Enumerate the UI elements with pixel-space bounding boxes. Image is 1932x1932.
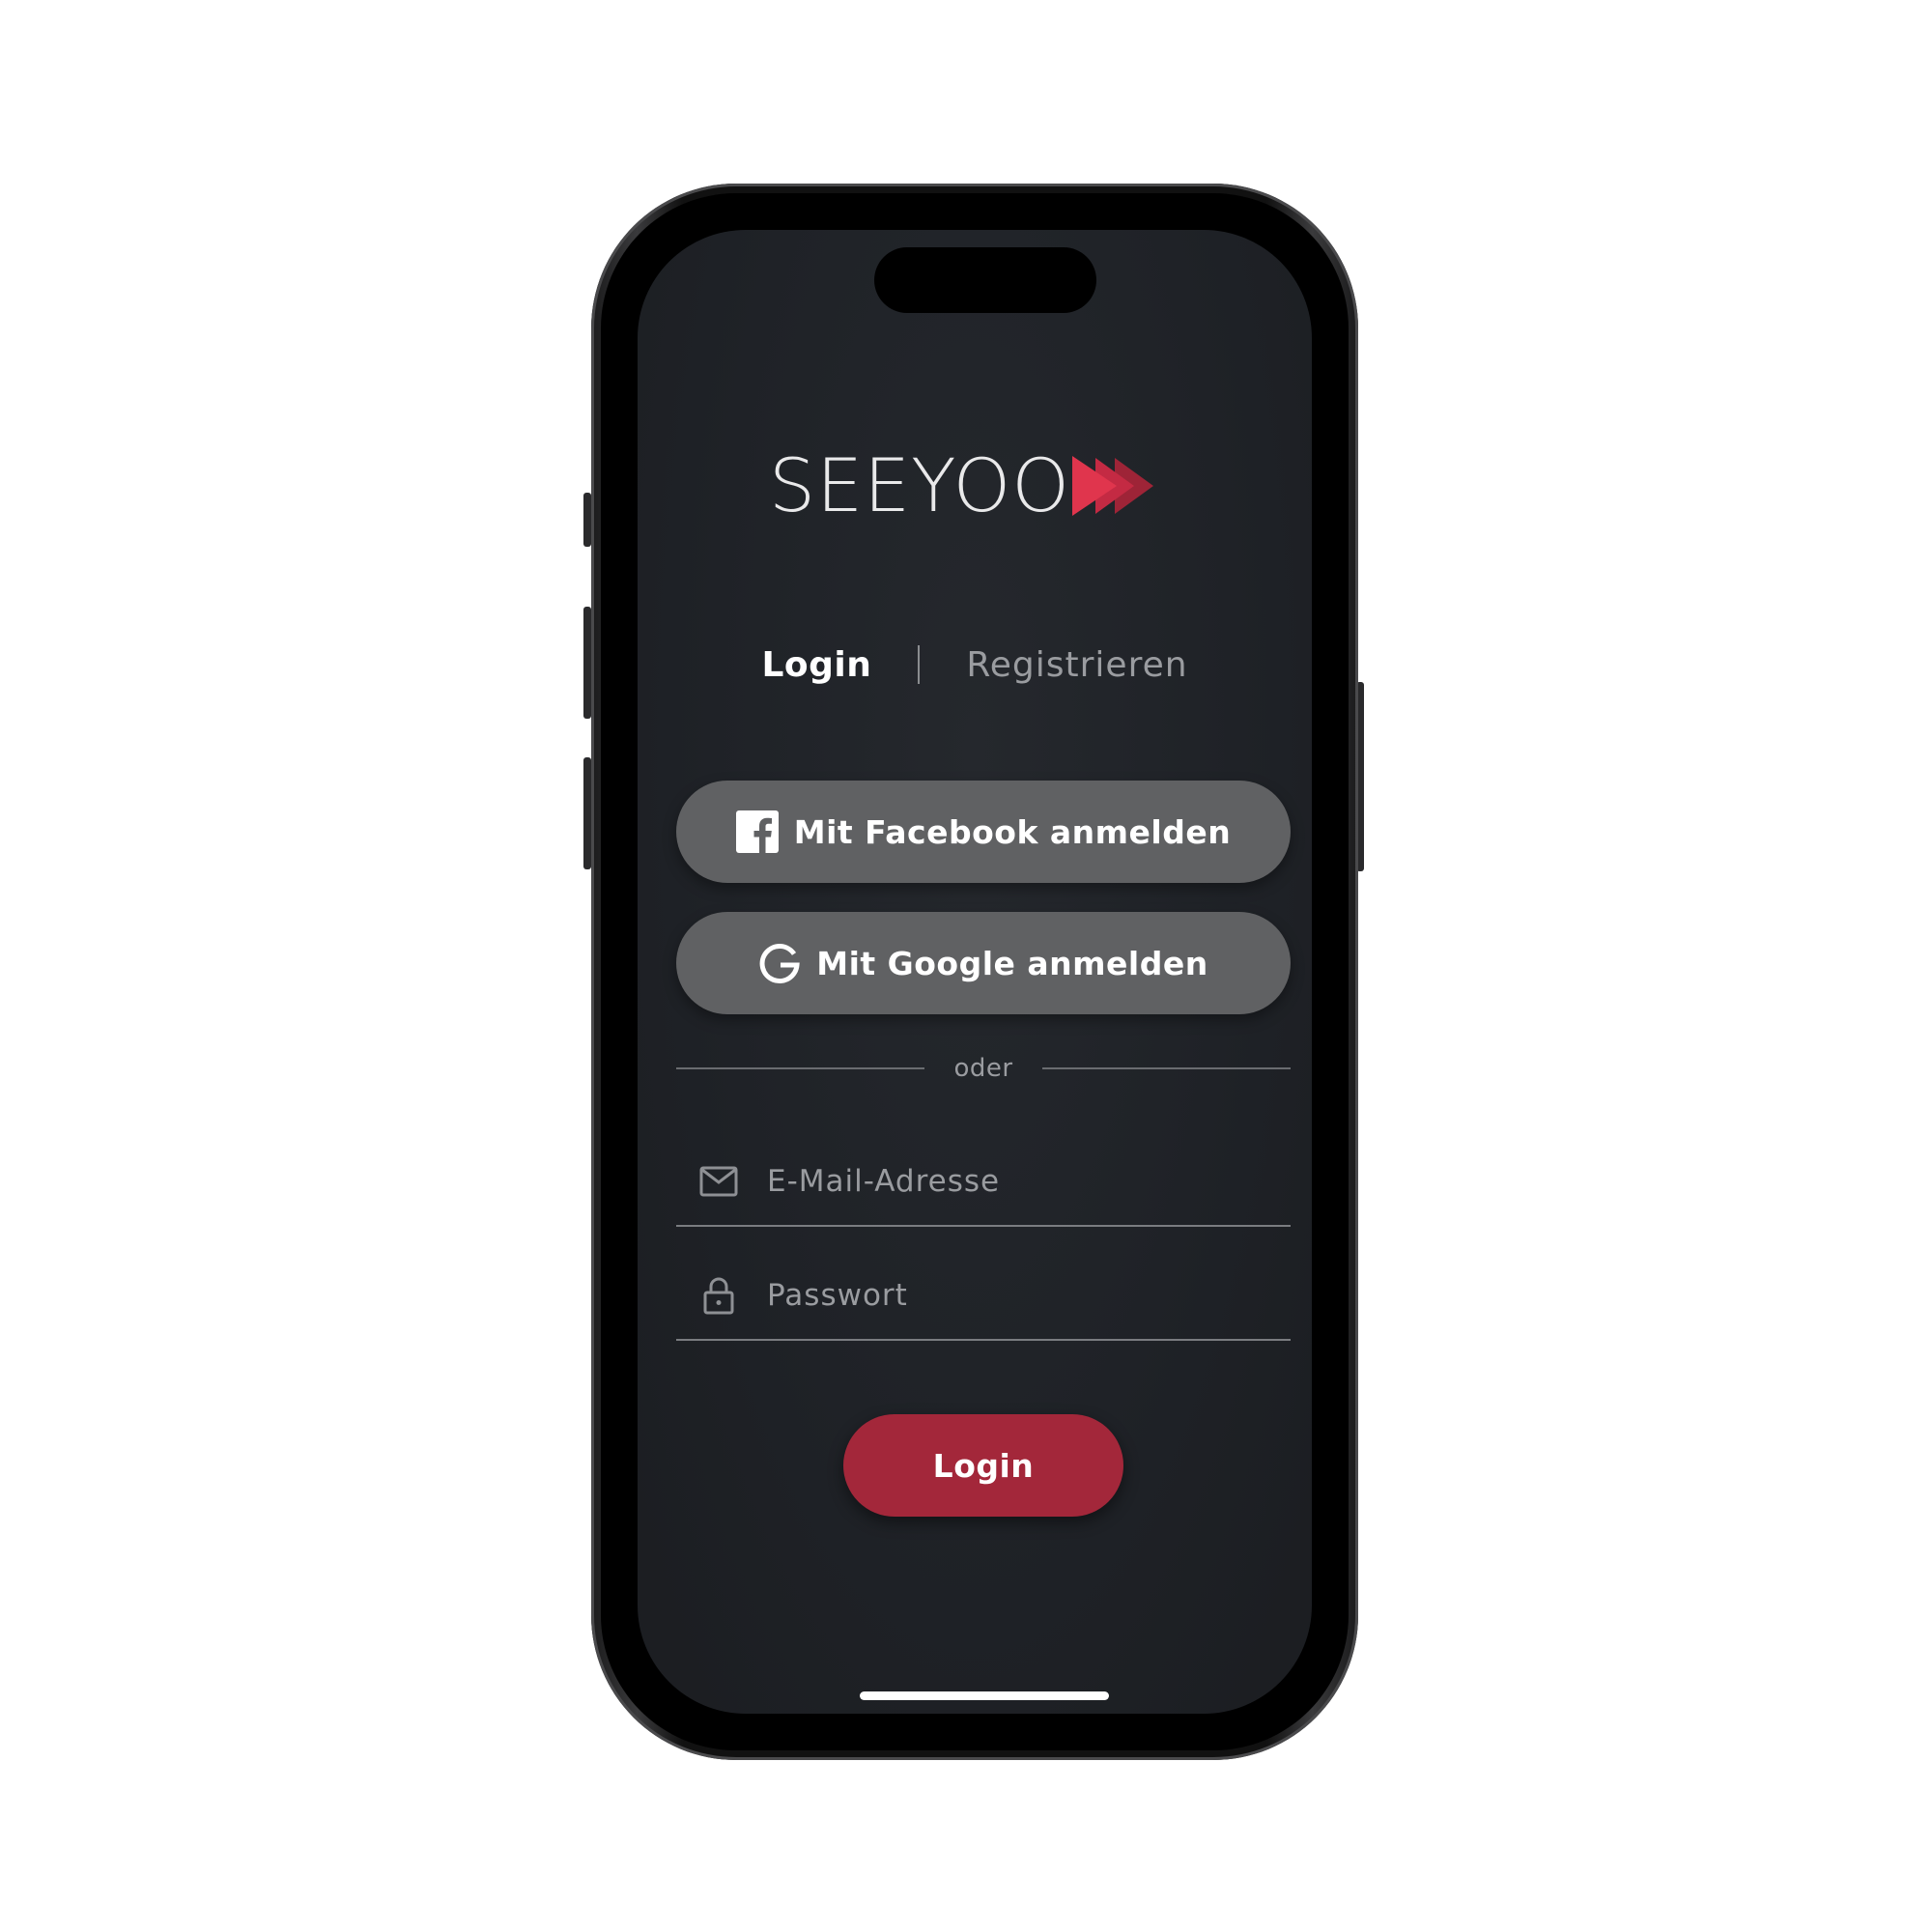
tab-registrieren[interactable]: Registrieren bbox=[966, 645, 1187, 685]
phone-frame: SEEYOO Login Registrieren Mit Facebook a… bbox=[591, 184, 1358, 1760]
tab-login[interactable]: Login bbox=[761, 645, 871, 685]
volume-down-button bbox=[583, 757, 591, 869]
app-screen: SEEYOO Login Registrieren Mit Facebook a… bbox=[638, 230, 1312, 1714]
email-field-row bbox=[676, 1138, 1291, 1227]
facebook-login-button[interactable]: Mit Facebook anmelden bbox=[676, 781, 1291, 883]
login-submit-button[interactable]: Login bbox=[843, 1414, 1123, 1517]
login-submit-label: Login bbox=[932, 1446, 1035, 1485]
facebook-login-label: Mit Facebook anmelden bbox=[793, 812, 1232, 851]
dynamic-island bbox=[874, 247, 1096, 313]
logo-text: SEEYOO bbox=[768, 442, 1071, 528]
divider-line-left bbox=[676, 1067, 925, 1069]
logo-play-arrows-icon bbox=[1072, 456, 1154, 516]
lock-icon bbox=[699, 1276, 738, 1315]
google-login-button[interactable]: Mit Google anmelden bbox=[676, 912, 1291, 1014]
home-indicator[interactable] bbox=[860, 1691, 1109, 1700]
divider-line-right bbox=[1041, 1067, 1292, 1069]
facebook-icon bbox=[735, 810, 779, 853]
app-logo: SEEYOO bbox=[638, 442, 1312, 529]
google-login-label: Mit Google anmelden bbox=[816, 944, 1208, 982]
tab-divider bbox=[918, 645, 921, 684]
stage: SEEYOO Login Registrieren Mit Facebook a… bbox=[0, 0, 1932, 1932]
password-input[interactable] bbox=[767, 1266, 1291, 1324]
or-text: oder bbox=[953, 1054, 1013, 1083]
auth-tabs: Login Registrieren bbox=[638, 636, 1312, 694]
action-button bbox=[583, 493, 591, 547]
or-divider: oder bbox=[676, 1049, 1292, 1088]
email-input[interactable] bbox=[767, 1152, 1291, 1210]
volume-up-button bbox=[583, 607, 591, 719]
password-field-row bbox=[676, 1252, 1291, 1341]
phone-bezel: SEEYOO Login Registrieren Mit Facebook a… bbox=[601, 193, 1349, 1750]
mail-icon bbox=[699, 1162, 738, 1201]
google-icon bbox=[758, 942, 801, 984]
